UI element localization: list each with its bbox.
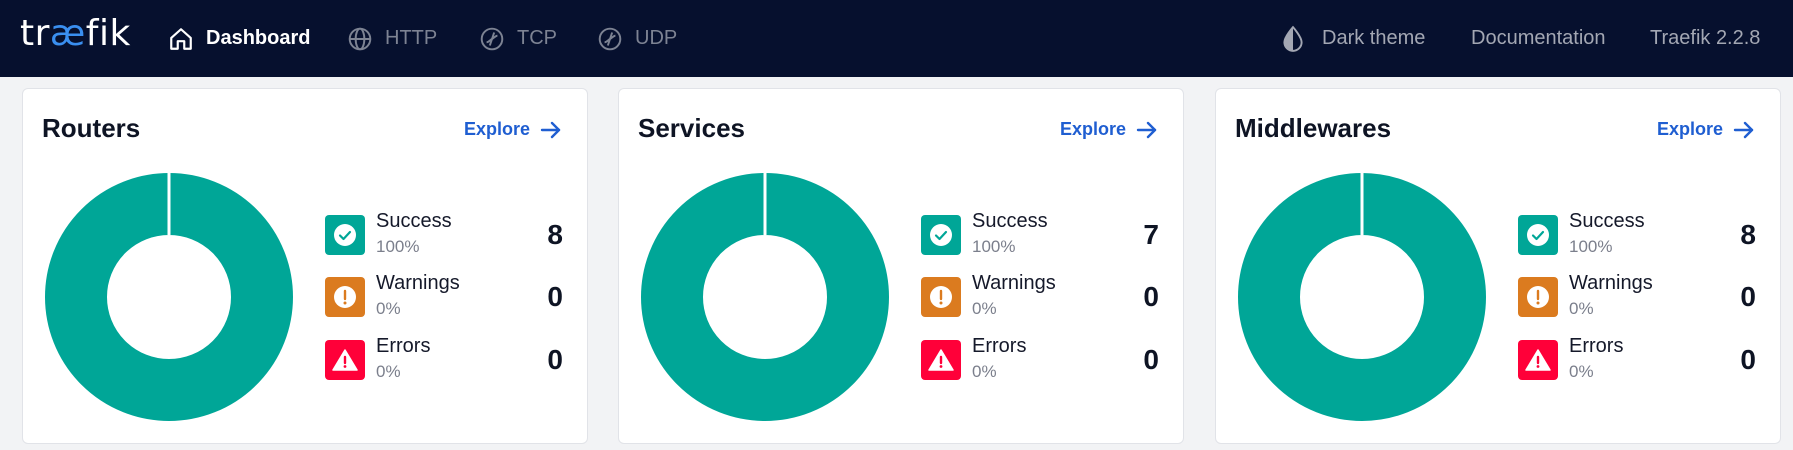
arrow-right-icon — [1136, 121, 1157, 138]
nav-udp[interactable]: UDP — [597, 0, 677, 77]
status-donut-chart — [45, 173, 293, 421]
middlewares-card: Middlewares Explore Success 100% 8 Warni… — [1215, 88, 1781, 444]
success-label: Success — [376, 210, 452, 232]
nav-http[interactable]: HTTP — [347, 0, 437, 77]
card-title: Middlewares — [1235, 113, 1392, 143]
nav-dashboard-label: Dashboard — [206, 27, 311, 49]
documentation-link[interactable]: Documentation — [1471, 0, 1606, 77]
check-icon — [930, 224, 952, 246]
warning-badge — [325, 277, 365, 317]
arrow-right-icon — [1733, 121, 1754, 138]
theme-toggle-label: Dark theme — [1322, 27, 1426, 49]
warnings-percent: 0% — [972, 299, 997, 318]
routers-card: Routers Explore Success 100% 8 Warnings … — [22, 88, 588, 444]
success-percent: 100% — [972, 237, 1016, 256]
explore-middlewares-link[interactable]: Explore — [1657, 119, 1755, 140]
warnings-label: Warnings — [376, 272, 460, 294]
success-badge — [921, 215, 961, 255]
card-title: Routers — [42, 113, 141, 143]
exclamation-icon — [1527, 286, 1549, 308]
explore-routers-link[interactable]: Explore — [464, 119, 562, 140]
version-label: Traefik 2.2.8 — [1650, 0, 1760, 77]
check-icon — [1527, 224, 1549, 246]
warning-badge — [921, 277, 961, 317]
errors-label: Errors — [972, 335, 1027, 357]
alert-triangle-icon — [332, 349, 358, 371]
check-icon — [334, 224, 356, 246]
error-badge — [1518, 340, 1558, 380]
warnings-percent: 0% — [1569, 299, 1594, 318]
errors-label: Errors — [1569, 335, 1624, 357]
arrow-right-icon — [540, 121, 561, 138]
explore-label: Explore — [1657, 119, 1724, 139]
documentation-label: Documentation — [1471, 27, 1606, 49]
tcp-icon — [480, 27, 504, 50]
version-text: Traefik 2.2.8 — [1650, 27, 1761, 49]
errors-percent: 0% — [1569, 362, 1594, 381]
warnings-count: 0 — [1740, 281, 1756, 312]
nav-tcp-label: TCP — [517, 27, 557, 49]
exclamation-icon — [334, 286, 356, 308]
warning-badge — [1518, 277, 1558, 317]
errors-count: 0 — [1740, 344, 1756, 375]
explore-label: Explore — [464, 119, 531, 139]
error-badge — [325, 340, 365, 380]
status-donut-chart — [1238, 173, 1486, 421]
theme-drop-icon — [1283, 25, 1303, 52]
success-label: Success — [972, 210, 1048, 232]
udp-icon — [598, 27, 622, 50]
warnings-count: 0 — [547, 281, 563, 312]
explore-services-link[interactable]: Explore — [1060, 119, 1158, 140]
theme-toggle[interactable]: Dark theme — [1280, 0, 1425, 77]
warnings-count: 0 — [1143, 281, 1159, 312]
errors-percent: 0% — [972, 362, 997, 381]
errors-percent: 0% — [376, 362, 401, 381]
errors-count: 0 — [1143, 344, 1159, 375]
alert-triangle-icon — [928, 349, 954, 371]
card-title: Services — [638, 113, 745, 143]
nav-dashboard[interactable]: Dashboard — [168, 0, 310, 77]
globe-icon — [348, 27, 372, 50]
nav-udp-label: UDP — [635, 27, 678, 49]
alert-triangle-icon — [1525, 349, 1551, 371]
success-count: 8 — [1740, 219, 1756, 250]
exclamation-icon — [930, 286, 952, 308]
error-badge — [921, 340, 961, 380]
errors-count: 0 — [547, 344, 563, 375]
success-label: Success — [1569, 210, 1645, 232]
home-icon — [170, 27, 192, 50]
explore-label: Explore — [1060, 119, 1127, 139]
status-donut-chart — [641, 173, 889, 421]
nav-http-label: HTTP — [385, 27, 438, 49]
top-navbar: træfik Dashboard HTTP TCP UDP Dark theme… — [0, 0, 1793, 77]
success-percent: 100% — [376, 237, 420, 256]
traefik-logo[interactable]: træfik — [20, 14, 131, 54]
services-card: Services Explore Success 100% 7 Warnings… — [618, 88, 1184, 444]
success-count: 8 — [547, 219, 563, 250]
success-badge — [1518, 215, 1558, 255]
warnings-percent: 0% — [376, 299, 401, 318]
warnings-label: Warnings — [972, 272, 1056, 294]
nav-tcp[interactable]: TCP — [479, 0, 557, 77]
success-count: 7 — [1143, 219, 1159, 250]
success-percent: 100% — [1569, 237, 1613, 256]
success-badge — [325, 215, 365, 255]
warnings-label: Warnings — [1569, 272, 1653, 294]
errors-label: Errors — [376, 335, 431, 357]
